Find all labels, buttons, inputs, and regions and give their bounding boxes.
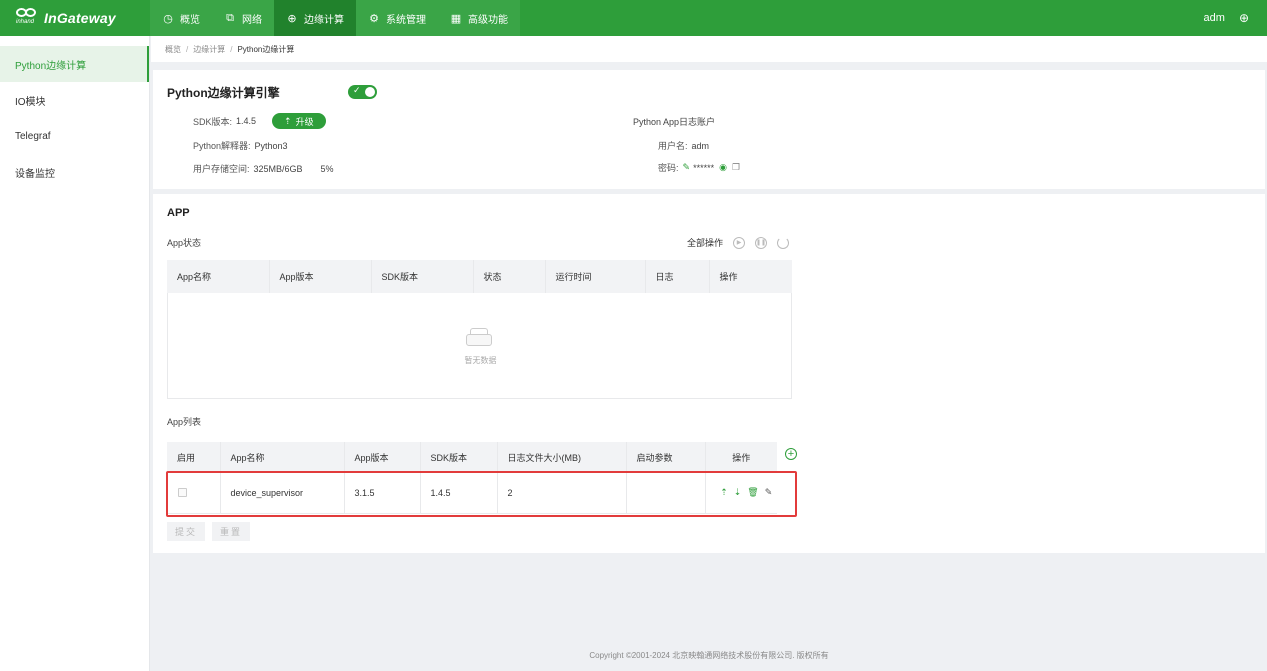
network-icon: ⧉ [226, 11, 234, 24]
play-all-icon[interactable]: ▶ [733, 236, 746, 249]
col-status: 状态 [473, 260, 546, 293]
user-menu[interactable]: adm [1204, 12, 1225, 24]
engine-card: Python边缘计算引擎 ✓ SDK版本: 1.4.5 ⇡ 升级 Python解… [153, 70, 1265, 189]
col-log-size: 日志文件大小(MB) [497, 442, 627, 473]
username-value: adm [691, 140, 710, 151]
submit-button[interactable]: 提交 [167, 522, 205, 541]
row-params[interactable] [626, 473, 706, 514]
empty-box-icon [464, 326, 494, 348]
delete-icon[interactable]: 🗑 [747, 487, 758, 498]
add-app-button[interactable]: + [785, 448, 797, 460]
col-app-version: App版本 [269, 260, 372, 293]
download-icon[interactable]: ⇣ [734, 487, 742, 498]
log-account-title: Python App日志账户 [633, 117, 716, 127]
breadcrumb-edge[interactable]: 边缘计算 [193, 44, 225, 55]
sidebar-item-device-monitor[interactable]: 设备监控 [0, 154, 149, 190]
col-enable: 启用 [167, 442, 221, 473]
logo-icon: inhand [16, 8, 40, 28]
check-icon: ✓ [353, 85, 361, 95]
nav-advanced[interactable]: ▦ 高级功能 [438, 0, 520, 36]
storage-value: 325MB/6GB [253, 163, 303, 174]
all-operations: 全部操作 ▶ ❚❚ [687, 236, 790, 249]
top-bar: inhand InGateway ◷ 概览 ⧉ 网络 ⊕ 边缘计算 ⚙ 系统管理… [0, 0, 1267, 36]
restart-all-icon[interactable] [777, 236, 790, 249]
brand-name: InGateway [44, 10, 116, 26]
main-nav: ◷ 概览 ⧉ 网络 ⊕ 边缘计算 ⚙ 系统管理 ▦ 高级功能 [150, 0, 520, 36]
app-list-table: 启用 App名称 App版本 SDK版本 日志文件大小(MB) 启动参数 操作 … [167, 442, 777, 514]
row-sdk-version: 1.4.5 [420, 473, 498, 514]
col-runtime: 运行时间 [545, 260, 646, 293]
col-list-sdk-version: SDK版本 [420, 442, 498, 473]
col-log: 日志 [645, 260, 710, 293]
nav-overview[interactable]: ◷ 概览 [150, 0, 212, 36]
col-params: 启动参数 [626, 442, 706, 473]
col-operation: 操作 [709, 260, 792, 293]
upload-icon[interactable]: ⇡ [720, 487, 728, 498]
sdk-version: 1.4.5 [236, 116, 257, 126]
interpreter-row: Python解释器: Python3 [193, 140, 288, 152]
col-app-name: App名称 [167, 260, 270, 293]
col-sdk-version: SDK版本 [371, 260, 474, 293]
col-list-app-version: App版本 [344, 442, 421, 473]
empty-text: 暂无数据 [464, 356, 497, 365]
sidebar-item-telegraf[interactable]: Telegraf [0, 118, 149, 154]
upload-icon: ⇡ [284, 115, 292, 126]
form-buttons: 提交 重置 [167, 522, 257, 541]
reset-button[interactable]: 重置 [212, 522, 250, 541]
enable-checkbox[interactable] [178, 488, 187, 498]
pause-all-icon[interactable]: ❚❚ [755, 236, 768, 249]
app-list-label: App列表 [167, 417, 202, 427]
sidebar-item-python-edge[interactable]: Python边缘计算 [0, 46, 149, 82]
engine-toggle[interactable]: ✓ [348, 85, 377, 99]
breadcrumb: 概览 / 边缘计算 / Python边缘计算 [151, 36, 1267, 62]
nav-network[interactable]: ⧉ 网络 [212, 0, 274, 36]
dashboard-icon: ◷ [163, 12, 173, 25]
top-right-area: adm ⊕ [1204, 0, 1249, 36]
password-row: 密码: ✎ ****** ◉ ❐ [658, 162, 741, 173]
globe-icon[interactable]: ⊕ [1239, 11, 1249, 25]
upgrade-button[interactable]: ⇡ 升级 [272, 113, 326, 129]
engine-title: Python边缘计算引擎 [167, 86, 280, 100]
username-row: 用户名: adm [658, 140, 710, 152]
row-app-version: 3.1.5 [344, 473, 421, 514]
row-log-size: 2 [497, 473, 627, 514]
row-actions: ⇡ ⇣ 🗑 ✎ [716, 487, 778, 498]
password-mask: ****** [693, 162, 715, 173]
table-row: device_supervisor 3.1.5 1.4.5 2 ⇡ ⇣ 🗑 ✎ [167, 473, 778, 514]
storage-percent: 5% [320, 163, 334, 174]
eye-icon[interactable]: ◉ [719, 162, 727, 173]
edit-password-icon[interactable]: ✎ [683, 162, 691, 173]
breadcrumb-current: Python边缘计算 [237, 44, 295, 54]
app-status-table: App名称 App版本 SDK版本 状态 运行时间 日志 操作 [167, 260, 792, 293]
breadcrumb-overview[interactable]: 概览 [165, 44, 181, 55]
interpreter-value: Python3 [254, 140, 288, 151]
col-list-app-name: App名称 [220, 442, 345, 473]
row-app-name: device_supervisor [220, 473, 345, 514]
nav-system[interactable]: ⚙ 系统管理 [356, 0, 438, 36]
edge-compute-icon: ⊕ [287, 12, 297, 25]
edit-icon[interactable]: ✎ [765, 487, 773, 498]
nav-edge-compute[interactable]: ⊕ 边缘计算 [274, 0, 356, 36]
storage-row: 用户存储空间: 325MB/6GB 5% [193, 163, 334, 175]
app-status-label: App状态 [167, 238, 202, 248]
footer-copyright: Copyright ©2001-2024 北京映翰通网络技术股份有限公司. 版权… [589, 651, 829, 660]
app-card: APP App状态 全部操作 ▶ ❚❚ App名称 App版本 SDK版本 状态… [153, 194, 1265, 553]
sidebar: Python边缘计算 IO模块 Telegraf 设备监控 [0, 36, 150, 671]
sdk-row: SDK版本: 1.4.5 ⇡ 升级 [193, 113, 326, 129]
grid-icon: ▦ [450, 12, 462, 25]
copy-icon[interactable]: ❐ [732, 162, 740, 173]
empty-state: 暂无数据 [167, 293, 792, 399]
app-title: APP [167, 207, 190, 219]
brand-logo[interactable]: inhand InGateway [16, 8, 116, 28]
sidebar-item-io-module[interactable]: IO模块 [0, 82, 149, 118]
gear-icon: ⚙ [369, 12, 379, 25]
col-list-operation: 操作 [705, 442, 777, 473]
